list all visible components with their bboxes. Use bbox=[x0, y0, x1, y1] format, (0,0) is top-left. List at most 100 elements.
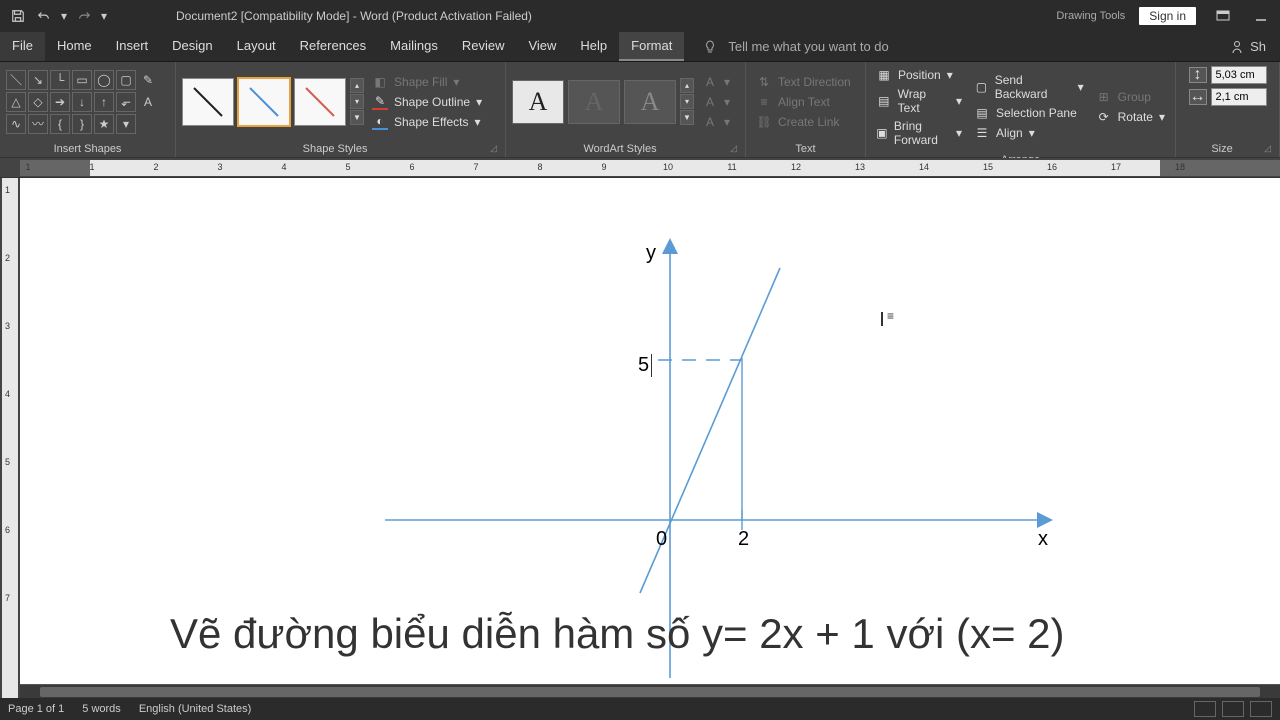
wordart-thumb-3[interactable]: A bbox=[624, 80, 676, 124]
wordart-gallery[interactable]: A A A ▴ ▾ ▼ bbox=[512, 78, 694, 125]
sign-in-button[interactable]: Sign in bbox=[1139, 7, 1196, 25]
bring-forward-button[interactable]: ▣Bring Forward ▾ bbox=[872, 118, 966, 148]
gallery-more-icon[interactable]: ▼ bbox=[350, 110, 364, 125]
shape-connector-icon[interactable]: └ bbox=[50, 70, 70, 90]
position-icon: ▦ bbox=[876, 67, 892, 83]
shape-freeform-icon[interactable]: 〰 bbox=[28, 114, 48, 134]
dialog-launcher-icon[interactable]: ◿ bbox=[490, 143, 497, 154]
undo-dropdown-icon[interactable]: ▾ bbox=[58, 4, 70, 28]
shape-arrow-down-icon[interactable]: ↓ bbox=[72, 92, 92, 112]
wrap-text-button[interactable]: ▤Wrap Text ▾ bbox=[872, 86, 966, 116]
shape-arrow-up-icon[interactable]: ↑ bbox=[94, 92, 114, 112]
title-bar: ▾ ▾ Document2 [Compatibility Mode] - Wor… bbox=[0, 0, 1280, 32]
shape-corner-icon[interactable]: ⬐ bbox=[116, 92, 136, 112]
minimize-icon[interactable] bbox=[1242, 2, 1280, 30]
position-button[interactable]: ▦Position ▾ bbox=[872, 66, 966, 84]
redo-icon[interactable] bbox=[72, 4, 96, 28]
view-web-icon[interactable] bbox=[1250, 701, 1272, 717]
ruler-h-num: 13 bbox=[855, 162, 865, 172]
document-page[interactable]: y x 0 2 5 Vẽ đường biểu diễn hàm số y= 2… bbox=[20, 178, 1280, 698]
align-button[interactable]: ☰Align ▾ bbox=[970, 124, 1088, 142]
shape-height-input[interactable] bbox=[1211, 66, 1267, 84]
status-page[interactable]: Page 1 of 1 bbox=[8, 703, 64, 715]
ruler-h-num: 10 bbox=[663, 162, 673, 172]
ruler-v-num: 3 bbox=[5, 321, 10, 331]
text-outline-button[interactable]: A▾ bbox=[698, 93, 734, 111]
tab-file[interactable]: File bbox=[0, 32, 45, 61]
shape-effects-button[interactable]: ◐Shape Effects ▾ bbox=[368, 113, 486, 131]
shape-arrow-right-icon[interactable]: ➔ bbox=[50, 92, 70, 112]
shape-diamond-icon[interactable]: ◇ bbox=[28, 92, 48, 112]
shape-triangle-icon[interactable]: △ bbox=[6, 92, 26, 112]
tell-me-search[interactable]: Tell me what you want to do bbox=[684, 32, 1216, 61]
style-thumb-2[interactable] bbox=[238, 78, 290, 126]
horizontal-ruler[interactable]: 1123456789101112131415161718 bbox=[0, 158, 1280, 178]
style-thumb-3[interactable] bbox=[294, 78, 346, 126]
group-button[interactable]: ⊞Group bbox=[1092, 88, 1169, 106]
undo-icon[interactable] bbox=[32, 4, 56, 28]
qat-customize-icon[interactable]: ▾ bbox=[98, 4, 110, 28]
x-tick-label: 2 bbox=[738, 528, 749, 551]
shape-outline-button[interactable]: ✎Shape Outline ▾ bbox=[368, 93, 486, 111]
ruler-h-num: 11 bbox=[727, 162, 736, 172]
dialog-launcher-icon[interactable]: ◿ bbox=[730, 143, 737, 154]
share-button[interactable]: Sh bbox=[1216, 32, 1280, 61]
send-backward-button[interactable]: ▢Send Backward ▾ bbox=[970, 72, 1088, 102]
gallery-up-icon[interactable]: ▴ bbox=[350, 78, 364, 93]
horizontal-scrollbar[interactable] bbox=[20, 684, 1280, 698]
wa-more-icon[interactable]: ▼ bbox=[680, 110, 694, 125]
tab-review[interactable]: Review bbox=[450, 32, 517, 61]
tab-layout[interactable]: Layout bbox=[225, 32, 288, 61]
status-words[interactable]: 5 words bbox=[82, 703, 121, 715]
status-language[interactable]: English (United States) bbox=[139, 703, 252, 715]
create-link-button[interactable]: ⛓Create Link bbox=[752, 113, 855, 131]
wa-gallery-scroll[interactable]: ▴ ▾ ▼ bbox=[680, 78, 694, 125]
shape-curve-icon[interactable]: ∿ bbox=[6, 114, 26, 134]
tab-references[interactable]: References bbox=[288, 32, 378, 61]
shape-styles-gallery[interactable]: ▴ ▾ ▼ bbox=[182, 78, 364, 126]
tab-design[interactable]: Design bbox=[160, 32, 224, 61]
rotate-button[interactable]: ⟳Rotate ▾ bbox=[1092, 108, 1169, 126]
text-direction-button[interactable]: ⇅Text Direction bbox=[752, 73, 855, 91]
textbox-icon[interactable]: A bbox=[138, 92, 158, 112]
text-fill-button[interactable]: A▾ bbox=[698, 73, 734, 91]
shapes-gallery[interactable]: ＼ ↘ └ ▭ ◯ ▢ ✎ △ ◇ ➔ ↓ ↑ ⬐ A ∿ 〰 { } ★ ▾ bbox=[6, 70, 158, 134]
vertical-ruler[interactable]: 1234567 bbox=[0, 178, 20, 698]
dialog-launcher-icon[interactable]: ◿ bbox=[1264, 143, 1271, 154]
ruler-h-num: 4 bbox=[281, 162, 286, 172]
tab-format[interactable]: Format bbox=[619, 32, 684, 61]
shape-fill-button[interactable]: ◧Shape Fill ▾ bbox=[368, 73, 486, 91]
status-bar: Page 1 of 1 5 words English (United Stat… bbox=[0, 698, 1280, 720]
text-effects-button[interactable]: A▾ bbox=[698, 113, 734, 131]
shape-star-icon[interactable]: ★ bbox=[94, 114, 114, 134]
gallery-scroll[interactable]: ▴ ▾ ▼ bbox=[350, 78, 364, 125]
tab-help[interactable]: Help bbox=[568, 32, 619, 61]
shape-line-arrow-icon[interactable]: ↘ bbox=[28, 70, 48, 90]
style-thumb-1[interactable] bbox=[182, 78, 234, 126]
shape-line-icon[interactable]: ＼ bbox=[6, 70, 26, 90]
tab-mailings[interactable]: Mailings bbox=[378, 32, 450, 61]
shape-brace-right-icon[interactable]: } bbox=[72, 114, 92, 134]
wordart-thumb-2[interactable]: A bbox=[568, 80, 620, 124]
ribbon-display-icon[interactable] bbox=[1204, 2, 1242, 30]
shape-oval-icon[interactable]: ◯ bbox=[94, 70, 114, 90]
save-icon[interactable] bbox=[6, 4, 30, 28]
selection-pane-button[interactable]: ▤Selection Pane bbox=[970, 104, 1088, 122]
shape-width-input[interactable] bbox=[1211, 88, 1267, 106]
align-text-button[interactable]: ≡Align Text bbox=[752, 93, 855, 111]
tab-view[interactable]: View bbox=[516, 32, 568, 61]
wordart-thumb-1[interactable]: A bbox=[512, 80, 564, 124]
scrollbar-thumb[interactable] bbox=[40, 687, 1260, 697]
gallery-down-icon[interactable]: ▾ bbox=[350, 94, 364, 109]
wa-up-icon[interactable]: ▴ bbox=[680, 78, 694, 93]
shape-rrect-icon[interactable]: ▢ bbox=[116, 70, 136, 90]
shapes-more-icon[interactable]: ▾ bbox=[116, 114, 136, 134]
view-print-icon[interactable] bbox=[1222, 701, 1244, 717]
shape-rect-icon[interactable]: ▭ bbox=[72, 70, 92, 90]
shape-brace-left-icon[interactable]: { bbox=[50, 114, 70, 134]
tab-home[interactable]: Home bbox=[45, 32, 104, 61]
tab-insert[interactable]: Insert bbox=[104, 32, 161, 61]
view-read-icon[interactable] bbox=[1194, 701, 1216, 717]
edit-shape-icon[interactable]: ✎ bbox=[138, 70, 158, 90]
wa-down-icon[interactable]: ▾ bbox=[680, 94, 694, 109]
